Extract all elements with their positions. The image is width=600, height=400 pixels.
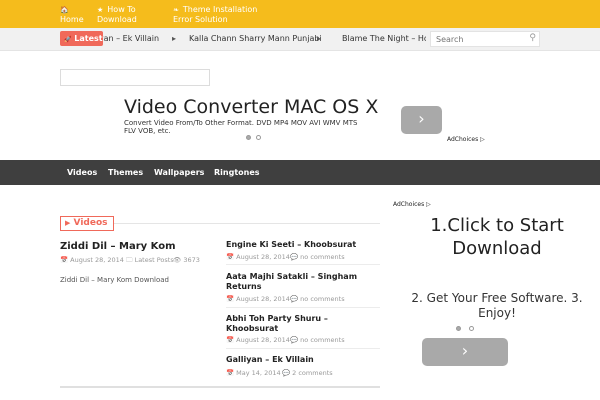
- post-divider: [226, 348, 380, 349]
- main-nav: Videos Themes Wallpapers Ringtones: [0, 160, 600, 185]
- nav-item-themes[interactable]: Themes: [108, 160, 143, 185]
- rocket-icon: 🚀: [64, 36, 72, 43]
- adchoices-label[interactable]: AdChoices ▷: [393, 201, 431, 208]
- star-icon: ★: [97, 6, 104, 14]
- ticker-separator-icon: ▸: [172, 34, 177, 43]
- featured-post-excerpt: Ziddi Dil – Mary Kom Download: [60, 276, 169, 284]
- post-title[interactable]: Aata Majhi Satakli – Singham Returns: [226, 272, 376, 292]
- post-title[interactable]: Engine Ki Seeti – Khoobsurat: [226, 240, 376, 250]
- ticker-item[interactable]: Ghalliyan – Ek Villain: [103, 31, 159, 46]
- post-date: 📅 August 28, 2014: [226, 253, 290, 261]
- latest-label: Latest: [74, 34, 103, 43]
- search-icon[interactable]: ⚲: [529, 33, 536, 43]
- featured-post-category[interactable]: 🗀 Latest Posts: [126, 256, 174, 267]
- featured-post-title[interactable]: Ziddi Dil – Mary Kom: [60, 241, 176, 252]
- post-title[interactable]: Abhi Toh Party Shuru – Khoobsurat: [226, 314, 376, 334]
- nav-item-wallpapers[interactable]: Wallpapers: [154, 160, 204, 185]
- ticker-item[interactable]: Kalla Chann Sharry Mann Punjabi: [189, 31, 322, 46]
- side-ad-pager-dot[interactable]: [469, 326, 474, 331]
- featured-post-views: 👁 3673: [173, 256, 200, 264]
- ad-description[interactable]: Convert Video From/To Other Format. DVD …: [124, 119, 364, 135]
- side-ad-headline[interactable]: 1.Click to Start Download: [397, 214, 597, 260]
- topnav-item-theme-installation[interactable]: ❧ Theme Installation Error Solution: [173, 5, 268, 25]
- latest-badge: 🚀 Latest: [60, 31, 103, 46]
- side-ad-pager-dot[interactable]: [456, 326, 461, 331]
- post-comments[interactable]: 💬 no comments: [290, 253, 345, 261]
- featured-post-date: 📅 August 28, 2014: [60, 256, 124, 264]
- ad-pager-dot[interactable]: [246, 135, 251, 140]
- search-input[interactable]: [431, 32, 527, 46]
- post-title[interactable]: Galliyan – Ek Villain: [226, 355, 376, 365]
- nav-item-ringtones[interactable]: Ringtones: [214, 160, 260, 185]
- side-ad-subtext[interactable]: 2. Get Your Free Software. 3. Enjoy!: [397, 291, 597, 321]
- ad-arrow-button[interactable]: ›: [401, 106, 442, 134]
- chevron-right-icon: ›: [461, 341, 469, 360]
- post-date: 📅 May 14, 2014: [226, 369, 281, 377]
- section-title-label: Videos: [73, 218, 108, 228]
- home-icon: 🏠: [60, 6, 69, 14]
- chevron-right-icon: ›: [418, 109, 425, 128]
- leaf-icon: ❧: [173, 6, 179, 14]
- post-comments[interactable]: 💬 no comments: [290, 336, 345, 344]
- play-icon: ▶: [65, 219, 71, 227]
- side-ad-arrow-button[interactable]: ›: [422, 338, 508, 366]
- adchoices-label[interactable]: AdChoices ▷: [447, 136, 485, 143]
- ticker-item[interactable]: Blame The Night – Holiday: [342, 31, 426, 46]
- section-title[interactable]: ▶ Videos: [60, 216, 114, 231]
- site-logo-placeholder[interactable]: [60, 69, 210, 86]
- topnav-item-home[interactable]: 🏠 Home: [60, 5, 90, 25]
- ad-title[interactable]: Video Converter MAC OS X: [124, 96, 378, 118]
- post-date: 📅 August 28, 2014: [226, 336, 290, 344]
- topnav-item-how-to-download[interactable]: ★ How To Download: [97, 5, 157, 25]
- topnav-label: Theme Installation Error Solution: [173, 5, 258, 24]
- post-divider: [226, 264, 380, 265]
- ticker-separator-icon: ▸: [317, 34, 322, 43]
- post-comments[interactable]: 💬 no comments: [290, 295, 345, 303]
- topnav-label: Home: [60, 15, 84, 24]
- search-box: ⚲: [430, 31, 540, 47]
- section-bottom-divider: [60, 386, 380, 388]
- ad-pager-dot[interactable]: [256, 135, 261, 140]
- post-comments[interactable]: 💬 2 comments: [282, 369, 333, 377]
- top-bar: 🏠 Home ★ How To Download ❧ Theme Installat…: [0, 0, 600, 28]
- post-date: 📅 August 28, 2014: [226, 295, 290, 303]
- news-ticker: Ghalliyan – Ek Villain ▸ Kalla Chann Sha…: [103, 31, 426, 46]
- nav-item-videos[interactable]: Videos: [67, 160, 97, 185]
- post-divider: [226, 307, 380, 308]
